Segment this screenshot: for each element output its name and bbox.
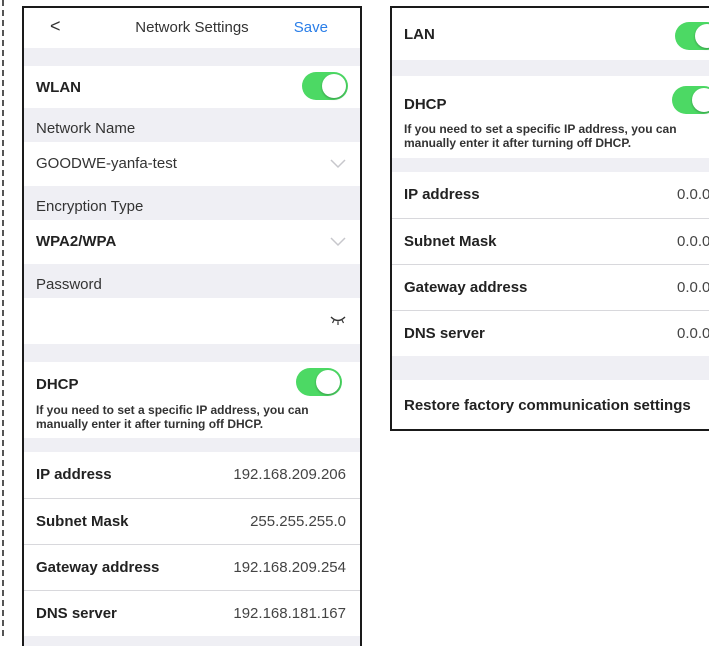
gateway-label: Gateway address <box>404 279 528 296</box>
network-settings-panel: < Network Settings Save WLAN Network Nam… <box>22 6 362 646</box>
lan-row: LAN <box>392 8 709 60</box>
password-row <box>24 298 360 344</box>
section-gap <box>392 60 709 76</box>
ip-address-value: 192.168.209.206 <box>233 466 346 483</box>
dhcp-toggle[interactable] <box>672 86 709 114</box>
restore-factory-link[interactable]: Restore factory communication settings <box>404 397 691 414</box>
ip-address-label: IP address <box>404 186 480 203</box>
lan-settings-panel: LAN DHCP If you need to set a specific I… <box>390 6 709 431</box>
dhcp-hint-line2: manually enter it after turning off DHCP… <box>404 136 632 150</box>
wlan-toggle[interactable] <box>302 72 348 100</box>
gateway-value: 0.0.0 <box>677 279 709 296</box>
dhcp-hint-line1: If you need to set a specific IP address… <box>404 122 677 136</box>
toggle-knob <box>322 74 346 98</box>
ip-address-row[interactable]: IP address 192.168.209.206 <box>24 452 360 498</box>
network-name-header: Network Name <box>24 108 360 142</box>
subnet-mask-row[interactable]: Subnet Mask 255.255.255.0 <box>24 498 360 544</box>
encryption-row[interactable]: WPA2/WPA <box>24 220 360 264</box>
dns-server-value: 0.0.0 <box>677 325 709 342</box>
toggle-knob <box>695 24 709 48</box>
gateway-row[interactable]: Gateway address 0.0.0 <box>392 264 709 310</box>
ip-address-row[interactable]: IP address 0.0.0 <box>392 172 709 218</box>
dashed-border <box>2 0 4 636</box>
wlan-row: WLAN <box>24 66 360 108</box>
dhcp-hint-line2: manually enter it after turning off DHCP… <box>36 417 264 431</box>
dns-server-label: DNS server <box>404 325 485 342</box>
toggle-knob <box>692 88 709 112</box>
lan-label: LAN <box>404 26 435 43</box>
dhcp-row: DHCP If you need to set a specific IP ad… <box>24 362 360 438</box>
subnet-mask-value: 0.0.0 <box>677 233 709 250</box>
dhcp-label: DHCP <box>404 96 447 113</box>
dhcp-row: DHCP If you need to set a specific IP ad… <box>392 76 709 158</box>
subnet-mask-label: Subnet Mask <box>36 513 129 530</box>
chevron-down-icon <box>330 237 346 247</box>
gateway-row[interactable]: Gateway address 192.168.209.254 <box>24 544 360 590</box>
encryption-header: Encryption Type <box>24 186 360 220</box>
subnet-mask-value: 255.255.255.0 <box>250 513 346 530</box>
password-label: Password <box>36 276 102 293</box>
dhcp-label: DHCP <box>36 376 79 393</box>
chevron-down-icon <box>330 159 346 169</box>
section-gap <box>24 344 360 362</box>
gateway-label: Gateway address <box>36 559 160 576</box>
section-gap <box>24 636 360 646</box>
ip-address-value: 0.0.0 <box>677 186 709 203</box>
section-gap <box>392 158 709 172</box>
wlan-label: WLAN <box>36 79 81 96</box>
network-name-label: Network Name <box>36 120 136 137</box>
network-name-value: GOODWE-yanfa-test <box>36 155 177 172</box>
subnet-mask-row[interactable]: Subnet Mask 0.0.0 <box>392 218 709 264</box>
section-gap <box>24 438 360 452</box>
nav-bar: < Network Settings Save <box>24 8 360 48</box>
network-name-row[interactable]: GOODWE-yanfa-test <box>24 142 360 186</box>
restore-row: Restore factory communication settings <box>392 380 709 429</box>
dns-server-row[interactable]: DNS server 192.168.181.167 <box>24 590 360 636</box>
dns-server-label: DNS server <box>36 605 117 622</box>
ip-address-label: IP address <box>36 466 112 483</box>
encryption-value: WPA2/WPA <box>36 233 117 250</box>
lan-toggle[interactable] <box>675 22 709 50</box>
section-gap <box>24 48 360 66</box>
gateway-value: 192.168.209.254 <box>233 559 346 576</box>
toggle-knob <box>316 370 340 394</box>
subnet-mask-label: Subnet Mask <box>404 233 497 250</box>
dns-server-row[interactable]: DNS server 0.0.0 <box>392 310 709 356</box>
password-header: Password <box>24 264 360 298</box>
encryption-label: Encryption Type <box>36 198 144 215</box>
section-gap <box>392 356 709 380</box>
dhcp-toggle[interactable] <box>296 368 342 396</box>
eye-closed-icon[interactable] <box>330 314 346 326</box>
dns-server-value: 192.168.181.167 <box>233 605 346 622</box>
save-button[interactable]: Save <box>294 19 328 36</box>
dhcp-hint-line1: If you need to set a specific IP address… <box>36 403 309 417</box>
